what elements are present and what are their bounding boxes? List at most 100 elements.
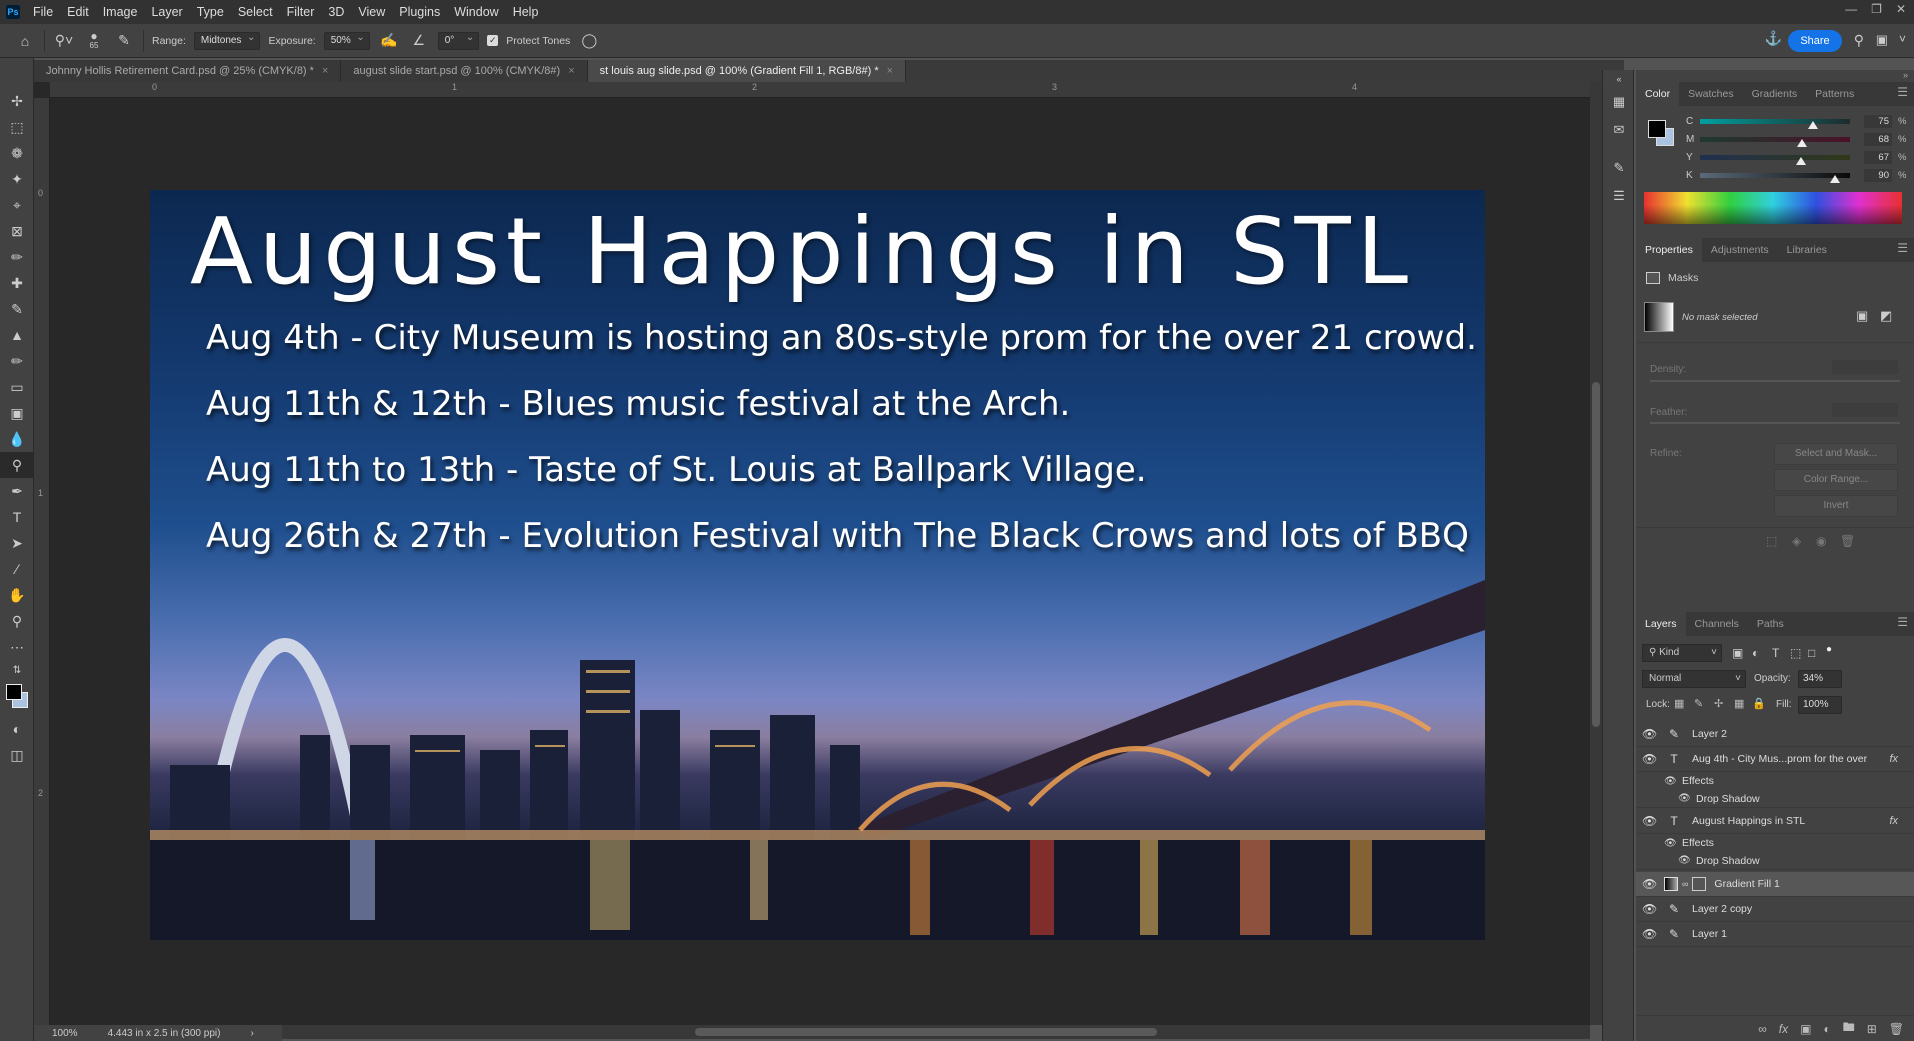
visibility-eye-icon[interactable]: 👁	[1642, 902, 1664, 916]
crop-tool-icon[interactable]: ⌖	[0, 192, 34, 218]
channel-bar[interactable]	[1700, 118, 1850, 129]
visibility-eye-icon[interactable]: 👁	[1642, 927, 1664, 941]
magic-wand-tool-icon[interactable]: ✦	[0, 166, 34, 192]
comments-icon[interactable]: ✉	[1603, 116, 1635, 144]
eraser-tool-icon[interactable]: ▭	[0, 374, 34, 400]
shape-filter-icon[interactable]: ⬚	[1790, 646, 1801, 660]
tab-retirement-card[interactable]: Johnny Hollis Retirement Card.psd @ 25% …	[34, 60, 342, 82]
density-slider[interactable]	[1650, 380, 1900, 382]
select-and-mask-button[interactable]: Select and Mask...	[1774, 443, 1898, 465]
invert-button[interactable]: Invert	[1774, 495, 1898, 517]
visibility-eye-icon[interactable]: 👁	[1664, 838, 1678, 849]
visibility-eye-icon[interactable]: 👁	[1642, 814, 1664, 828]
feather-input[interactable]	[1832, 403, 1898, 417]
swap-colors-icon[interactable]: ⇅	[0, 660, 34, 680]
search-icon[interactable]: ⚲	[1854, 32, 1864, 49]
tab-channels[interactable]: Channels	[1686, 612, 1748, 636]
new-group-icon[interactable]: 🖿	[1843, 1018, 1855, 1039]
add-vector-mask-icon[interactable]: ◩	[1880, 308, 1892, 324]
fill-input[interactable]: 100%	[1798, 696, 1842, 714]
collapse-icon[interactable]: «	[1603, 70, 1635, 88]
minimize-icon[interactable]: —	[1845, 2, 1857, 16]
panel-menu-icon[interactable]: ☰	[1897, 615, 1908, 629]
menu-file[interactable]: File	[26, 5, 60, 19]
add-style-icon[interactable]: fx	[1779, 1022, 1788, 1036]
document-canvas[interactable]: August Happings in STL Aug 4th - City Mu…	[150, 190, 1485, 940]
effects-row[interactable]: 👁 Effects	[1636, 834, 1914, 852]
angle-input[interactable]: 0°	[437, 30, 480, 50]
clone-stamp-tool-icon[interactable]: ▲	[0, 322, 34, 348]
color-range-button[interactable]: Color Range...	[1774, 469, 1898, 491]
adjustment-filter-icon[interactable]: ◐	[1752, 646, 1759, 660]
visibility-eye-icon[interactable]: 👁	[1642, 877, 1664, 891]
gradient-tool-icon[interactable]: ▣	[0, 400, 34, 426]
channel-value[interactable]: 90	[1864, 168, 1892, 182]
new-layer-icon[interactable]: ⊞	[1867, 1022, 1877, 1036]
tab-properties[interactable]: Properties	[1636, 238, 1702, 262]
disable-mask-icon[interactable]: ◉	[1816, 534, 1826, 548]
dodge-tool-preset-icon[interactable]: ⚲˅	[53, 30, 75, 52]
visibility-eye-icon[interactable]: 👁	[1642, 752, 1664, 766]
tab-color[interactable]: Color	[1636, 82, 1680, 106]
menu-plugins[interactable]: Plugins	[392, 5, 447, 19]
airbrush-icon[interactable]: ✍	[378, 30, 400, 52]
flask-icon[interactable]: ⚓	[1765, 30, 1782, 47]
panel-menu-icon[interactable]: ☰	[1897, 241, 1908, 255]
fx-badge[interactable]: fx	[1889, 753, 1898, 765]
panel-menu-icon[interactable]: ☰	[1897, 85, 1908, 99]
magenta-slider[interactable]: M 68 %	[1686, 132, 1914, 147]
slider-thumb[interactable]	[1797, 138, 1807, 147]
collapse-icon[interactable]: »	[1636, 70, 1914, 82]
channel-bar[interactable]	[1700, 172, 1850, 183]
fx-badge[interactable]: fx	[1889, 815, 1898, 827]
trash-icon[interactable]: 🗑	[1889, 1022, 1904, 1036]
tab-august-slide-start[interactable]: august slide start.psd @ 100% (CMYK/8#) ×	[341, 60, 588, 82]
channel-bar[interactable]	[1700, 136, 1850, 147]
horizontal-scroll-thumb[interactable]	[695, 1028, 1157, 1036]
layer-row-selected[interactable]: 👁 ∞ Gradient Fill 1	[1636, 872, 1914, 897]
slider-thumb[interactable]	[1830, 174, 1840, 183]
load-selection-icon[interactable]: ⬚	[1766, 534, 1777, 548]
menu-select[interactable]: Select	[231, 5, 280, 19]
visibility-eye-icon[interactable]: 👁	[1642, 727, 1664, 741]
trash-icon[interactable]: 🗑	[1840, 534, 1855, 548]
layer-row[interactable]: 👁 ✎ Layer 1	[1636, 922, 1914, 947]
brush-size-picker[interactable]: ● 65	[83, 30, 105, 52]
add-mask-icon[interactable]: ▣	[1800, 1022, 1811, 1036]
density-input[interactable]	[1832, 360, 1898, 374]
black-slider[interactable]: K 90 %	[1686, 168, 1914, 183]
opacity-input[interactable]: 34%	[1798, 670, 1842, 688]
visibility-eye-icon[interactable]: 👁	[1678, 793, 1692, 804]
layer-row[interactable]: 👁 T Aug 4th - City Mus...prom for the ove…	[1636, 747, 1914, 772]
tab-paths[interactable]: Paths	[1748, 612, 1793, 636]
add-pixel-mask-icon[interactable]: ▣	[1856, 308, 1868, 324]
filter-toggle-icon[interactable]: ●	[1826, 644, 1832, 655]
brush-tool-icon[interactable]: ✎	[0, 296, 34, 322]
layer-row[interactable]: 👁 T August Happings in STL fx	[1636, 809, 1914, 834]
slider-thumb[interactable]	[1795, 156, 1806, 165]
kind-filter-select[interactable]: ⚲ Kind ˅	[1642, 644, 1722, 662]
chevron-right-icon[interactable]: ›	[250, 1028, 253, 1039]
new-adjustment-icon[interactable]: ◐	[1823, 1022, 1830, 1036]
layer-row[interactable]: 👁 ✎ Layer 2	[1636, 722, 1914, 747]
smart-object-filter-icon[interactable]: □	[1808, 646, 1815, 660]
close-icon[interactable]: ×	[568, 65, 574, 77]
lock-position-icon[interactable]: ✢	[1714, 697, 1723, 710]
effect-row[interactable]: 👁 Drop Shadow	[1636, 790, 1914, 808]
tab-gradients[interactable]: Gradients	[1743, 82, 1807, 106]
blend-mode-select[interactable]: Normal ˅	[1642, 670, 1746, 688]
menu-filter[interactable]: Filter	[280, 5, 322, 19]
visibility-eye-icon[interactable]: 👁	[1664, 776, 1678, 787]
type-tool-icon[interactable]: T	[0, 504, 34, 530]
tab-layers[interactable]: Layers	[1636, 612, 1686, 636]
screen-mode-icon[interactable]: ◫	[0, 742, 34, 768]
pen-tool-icon[interactable]: ✒	[0, 478, 34, 504]
effect-row[interactable]: 👁 Drop Shadow	[1636, 852, 1914, 870]
dodge-tool-icon[interactable]: ⚲	[0, 452, 34, 478]
foreground-color-swatch[interactable]	[6, 684, 22, 700]
close-icon[interactable]: ×	[887, 65, 893, 77]
brush-settings-icon[interactable]: ✎	[1603, 154, 1635, 182]
visibility-eye-icon[interactable]: 👁	[1678, 855, 1692, 866]
history-brush-tool-icon[interactable]: ✏	[0, 348, 34, 374]
share-button[interactable]: Share	[1788, 30, 1842, 52]
